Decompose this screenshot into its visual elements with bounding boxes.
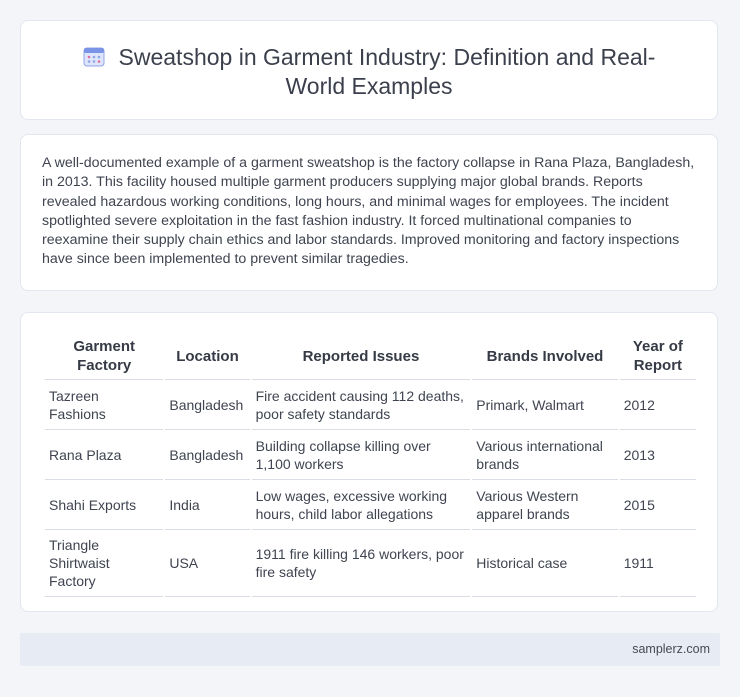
table-cell: 1911: [619, 530, 696, 597]
table-cell: Historical case: [472, 530, 618, 597]
table-cell: Low wages, excessive working hours, chil…: [251, 480, 471, 530]
table-cell: Fire accident causing 112 deaths, poor s…: [251, 380, 471, 430]
table-cell: 2015: [619, 480, 696, 530]
table-cell: Building collapse killing over 1,100 wor…: [251, 430, 471, 480]
table-row: Rana Plaza Bangladesh Building collapse …: [45, 430, 696, 480]
table-cell: Primark, Walmart: [472, 380, 618, 430]
table-row: Triangle Shirtwaist Factory USA 1911 fir…: [45, 530, 696, 597]
calendar-icon: [83, 47, 105, 67]
table-cell: Triangle Shirtwaist Factory: [45, 530, 164, 597]
table-cell: Various international brands: [472, 430, 618, 480]
table-cell: Bangladesh: [165, 430, 250, 480]
page-title-text: Sweatshop in Garment Industry: Definitio…: [118, 44, 656, 99]
table-cell: Bangladesh: [165, 380, 250, 430]
sweatshop-table: Garment Factory Location Reported Issues…: [43, 333, 698, 597]
page-title: Sweatshop in Garment Industry: Definitio…: [21, 43, 717, 101]
table-cell: USA: [165, 530, 250, 597]
column-header: Brands Involved: [472, 333, 618, 380]
column-header: Year of Report: [619, 333, 696, 380]
table-cell: 2012: [619, 380, 696, 430]
table-cell: 1911 fire killing 146 workers, poor fire…: [251, 530, 471, 597]
table-row: Tazreen Fashions Bangladesh Fire acciden…: [45, 380, 696, 430]
column-header: Garment Factory: [45, 333, 164, 380]
table-cell: Tazreen Fashions: [45, 380, 164, 430]
table-cell: 2013: [619, 430, 696, 480]
intro-paragraph: A well-documented example of a garment s…: [42, 155, 695, 268]
footer-site-link[interactable]: samplerz.com: [632, 642, 710, 656]
table-cell: Shahi Exports: [45, 480, 164, 530]
table-cell: India: [165, 480, 250, 530]
column-header: Reported Issues: [251, 333, 471, 380]
table-cell: Various Western apparel brands: [472, 480, 618, 530]
footer-bar: samplerz.com: [20, 633, 720, 666]
table-cell: Rana Plaza: [45, 430, 164, 480]
title-card: Sweatshop in Garment Industry: Definitio…: [20, 20, 718, 120]
intro-card: A well-documented example of a garment s…: [20, 134, 718, 291]
table-row: Shahi Exports India Low wages, excessive…: [45, 480, 696, 530]
table-card: Garment Factory Location Reported Issues…: [20, 312, 718, 612]
table-header-row: Garment Factory Location Reported Issues…: [45, 333, 696, 380]
column-header: Location: [165, 333, 250, 380]
